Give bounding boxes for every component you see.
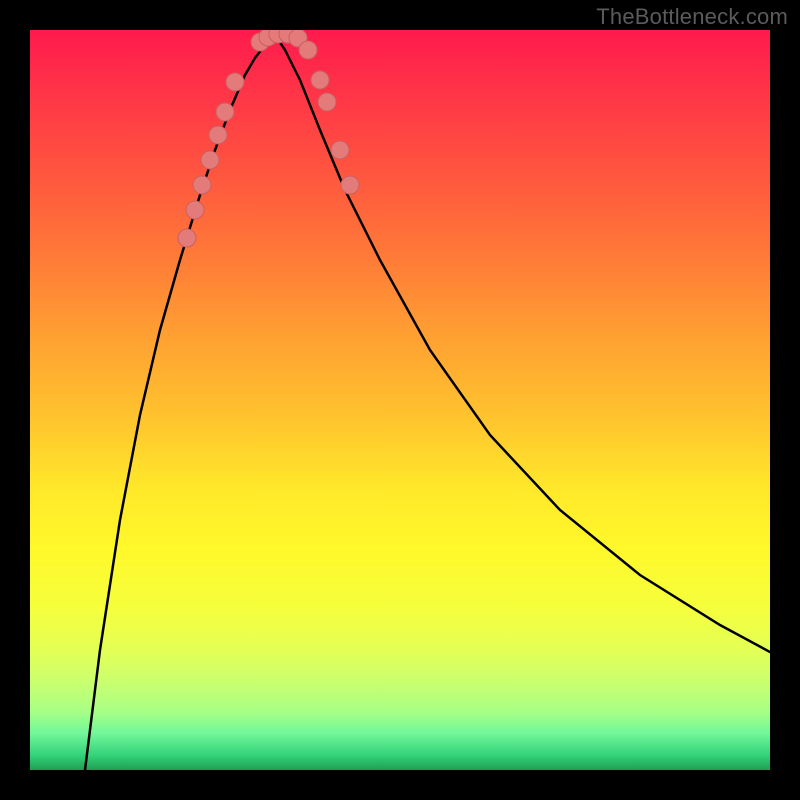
plot-area bbox=[30, 30, 770, 770]
watermark-text: TheBottleneck.com bbox=[596, 4, 788, 30]
data-dots bbox=[178, 30, 359, 247]
data-dot bbox=[186, 201, 204, 219]
data-dot bbox=[299, 41, 317, 59]
curve-left-branch bbox=[85, 35, 275, 770]
data-dot bbox=[311, 71, 329, 89]
data-dot bbox=[193, 176, 211, 194]
data-dot bbox=[318, 93, 336, 111]
data-dot bbox=[209, 126, 227, 144]
data-dot bbox=[216, 103, 234, 121]
data-dot bbox=[341, 176, 359, 194]
data-dot bbox=[226, 73, 244, 91]
chart-frame: TheBottleneck.com bbox=[0, 0, 800, 800]
curve-layer bbox=[30, 30, 770, 770]
data-dot bbox=[331, 141, 349, 159]
curve-right-branch bbox=[275, 35, 770, 652]
data-dot bbox=[178, 229, 196, 247]
data-dot bbox=[201, 151, 219, 169]
